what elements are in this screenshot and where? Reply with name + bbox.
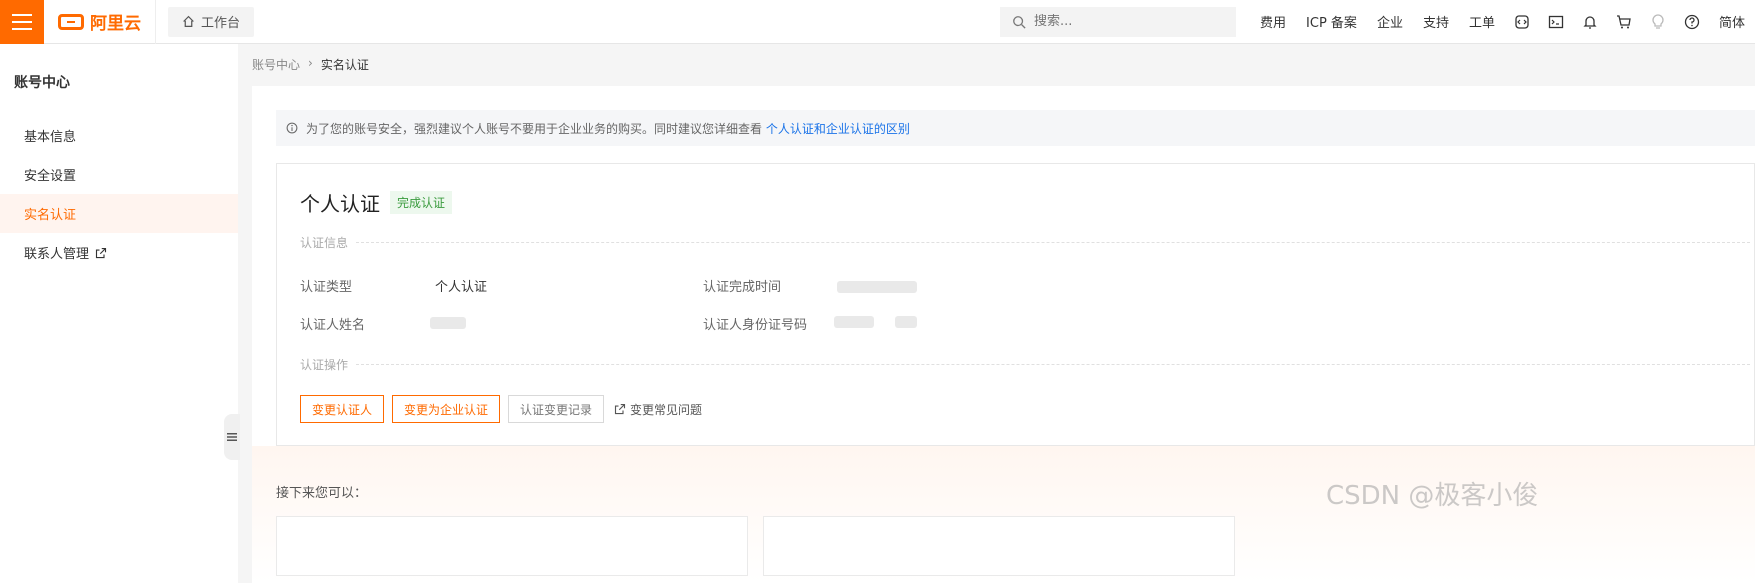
- collapse-icon: [227, 433, 237, 441]
- aliyun-logo-icon: [58, 13, 84, 30]
- auth-type-label: 认证类型: [300, 280, 353, 295]
- sidebar-item-real-name[interactable]: 实名认证: [0, 194, 238, 233]
- workbench-label: 工作台: [201, 16, 241, 31]
- bell-icon[interactable]: [1582, 14, 1598, 30]
- sidebar-item-label: 联系人管理: [24, 247, 90, 262]
- code-icon[interactable]: [1514, 14, 1530, 30]
- sidebar: 账号中心 基本信息 安全设置 实名认证 联系人管理: [0, 44, 238, 583]
- auth-name-label: 认证人姓名: [300, 318, 366, 333]
- next-steps-section: 接下来您可以：: [252, 446, 1755, 583]
- nav-link-enterprise[interactable]: 企业: [1377, 12, 1403, 31]
- next-step-card[interactable]: [276, 516, 748, 576]
- aliyun-logo[interactable]: 阿里云: [44, 0, 156, 44]
- ops-section-label: 认证操作: [300, 356, 1750, 373]
- auth-actions: 变更认证人 变更为企业认证 认证变更记录 变更常见问题: [300, 395, 702, 423]
- nav-link-ticket[interactable]: 工单: [1469, 12, 1495, 31]
- breadcrumb-parent[interactable]: 账号中心: [252, 56, 300, 73]
- workbench-button[interactable]: 工作台: [168, 6, 255, 37]
- info-section-label: 认证信息: [300, 234, 1750, 251]
- sidebar-collapse-handle[interactable]: [224, 414, 240, 460]
- auth-type-value: 个人认证: [435, 280, 488, 295]
- auth-id-value-redacted: [834, 316, 874, 328]
- logo-text: 阿里云: [90, 14, 141, 34]
- next-steps-title: 接下来您可以：: [276, 486, 368, 501]
- auth-id-label: 认证人身份证号码: [703, 318, 808, 333]
- search-icon: [1013, 15, 1026, 29]
- notice-text: 为了您的账号安全，强烈建议个人账号不要用于企业业务的购买。同时建议您详细查看 个…: [306, 121, 910, 136]
- external-link-icon: [95, 247, 107, 258]
- info-icon: [286, 122, 298, 134]
- status-badge: 完成认证: [390, 191, 453, 214]
- nav-link-support[interactable]: 支持: [1423, 12, 1449, 31]
- change-person-button[interactable]: 变更认证人: [300, 395, 385, 423]
- hamburger-menu-icon[interactable]: [0, 0, 44, 44]
- next-step-card[interactable]: [763, 516, 1235, 576]
- sidebar-item-security[interactable]: 安全设置: [0, 155, 238, 194]
- breadcrumb: 账号中心 › 实名认证: [252, 56, 369, 73]
- home-icon: [183, 15, 194, 27]
- auth-history-button[interactable]: 认证变更记录: [508, 395, 605, 423]
- sidebar-item-basic-info[interactable]: 基本信息: [0, 116, 238, 155]
- nav-link-icp[interactable]: ICP 备案: [1306, 12, 1357, 31]
- auth-title-row: 个人认证 完成认证: [300, 188, 453, 217]
- auth-time-value-redacted: [837, 281, 917, 293]
- watermark: CSDN @极客小俊: [1326, 481, 1539, 511]
- sidebar-item-label: 基本信息: [24, 130, 77, 145]
- security-notice: 为了您的账号安全，强烈建议个人账号不要用于企业业务的购买。同时建议您详细查看 个…: [276, 110, 1755, 146]
- breadcrumb-current: 实名认证: [320, 58, 369, 72]
- faq-link[interactable]: 变更常见问题: [614, 401, 702, 418]
- auth-time-label: 认证完成时间: [703, 280, 782, 295]
- notice-link[interactable]: 个人认证和企业认证的区别: [766, 122, 910, 136]
- auth-title: 个人认证: [300, 192, 380, 216]
- sidebar-item-label: 实名认证: [24, 208, 77, 223]
- terminal-icon[interactable]: [1548, 14, 1564, 30]
- auth-name-value-redacted: [430, 317, 466, 329]
- faq-link-label: 变更常见问题: [630, 402, 703, 417]
- search-box[interactable]: [1000, 6, 1237, 37]
- help-icon[interactable]: [1684, 14, 1700, 30]
- nav-link-fee[interactable]: 费用: [1260, 12, 1286, 31]
- top-navigation-bar: 阿里云 工作台 费用 ICP 备案 企业 支持 工单 简体: [0, 0, 1755, 44]
- change-to-enterprise-button[interactable]: 变更为企业认证: [392, 395, 501, 423]
- auth-box: 个人认证 完成认证 认证信息 认证类型 个人认证 认证完成时间 认证人姓名 认证…: [276, 163, 1755, 446]
- language-switch[interactable]: 简体: [1719, 12, 1745, 31]
- auth-id-value-redacted-2: [895, 316, 917, 328]
- sidebar-title: 账号中心: [14, 75, 70, 91]
- sidebar-item-label: 安全设置: [24, 169, 77, 184]
- bulb-icon[interactable]: [1650, 13, 1666, 30]
- sidebar-item-contacts[interactable]: 联系人管理: [0, 233, 238, 272]
- breadcrumb-separator: ›: [308, 56, 313, 70]
- cart-icon[interactable]: [1616, 14, 1632, 30]
- search-input[interactable]: [1034, 14, 1215, 29]
- external-link-icon: [614, 403, 626, 415]
